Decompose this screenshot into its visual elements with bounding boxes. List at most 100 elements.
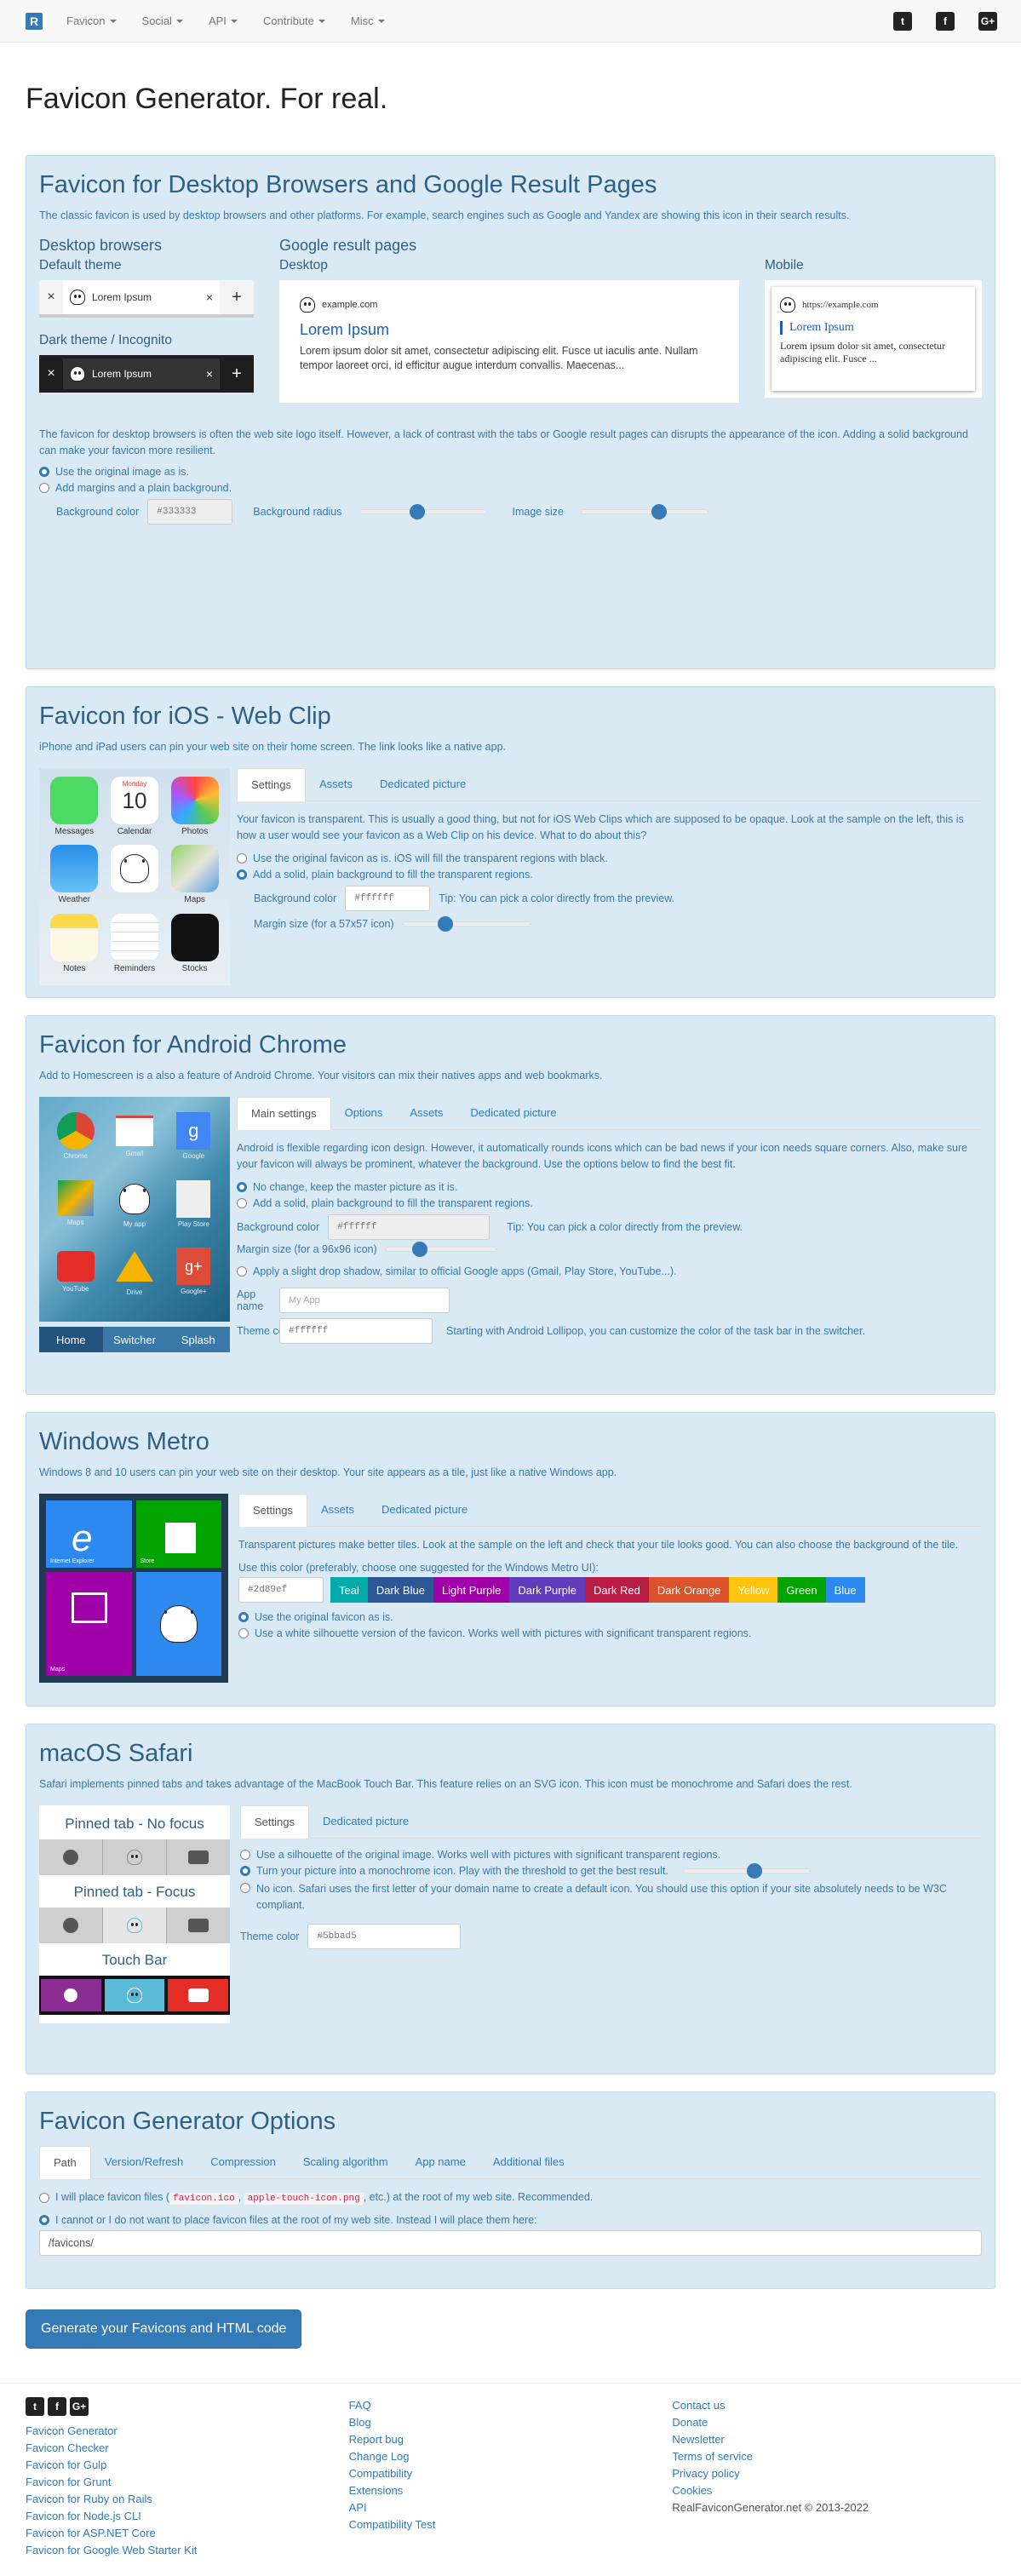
logo[interactable]: R: [26, 12, 43, 30]
tab-assets[interactable]: Assets: [396, 1097, 456, 1129]
nav-favicon[interactable]: Favicon: [66, 14, 117, 27]
footer-link[interactable]: API: [349, 2499, 673, 2516]
radio-checked[interactable]: [39, 467, 49, 477]
option-path[interactable]: I cannot or I do not want to place favic…: [39, 2214, 982, 2226]
radio-checked[interactable]: [238, 1612, 249, 1622]
radio-checked[interactable]: [240, 1866, 250, 1876]
twitter-icon[interactable]: t: [893, 12, 912, 31]
footer-link[interactable]: Compatibility: [349, 2465, 673, 2482]
tab-assets[interactable]: Assets: [307, 1494, 368, 1526]
footer-link[interactable]: Favicon for Gulp: [26, 2457, 349, 2474]
bg-radius-slider[interactable]: [358, 504, 487, 519]
slider-handle[interactable]: [746, 1863, 762, 1879]
radio-unchecked[interactable]: [238, 1628, 249, 1638]
option-solid[interactable]: Add a solid, plain background to fill th…: [237, 869, 982, 881]
option-margins[interactable]: Add margins and a plain background.: [39, 482, 982, 494]
slider-handle[interactable]: [409, 504, 425, 519]
bg-color-input[interactable]: #ffffff: [345, 886, 431, 911]
tab-dedicated-picture[interactable]: Dedicated picture: [456, 1097, 570, 1129]
option-original[interactable]: Use the original favicon as is. iOS will…: [237, 852, 982, 864]
color-swatch[interactable]: Dark Blue: [367, 1577, 433, 1603]
tab-switcher[interactable]: Switcher: [102, 1327, 167, 1352]
tab-scaling[interactable]: Scaling algorithm: [290, 2146, 402, 2178]
slider-handle[interactable]: [437, 916, 453, 932]
footer-link[interactable]: Extensions: [349, 2482, 673, 2499]
radio-unchecked[interactable]: [237, 1198, 247, 1208]
theme-color-input[interactable]: #5bbad5: [307, 1924, 462, 1949]
tab-dedicated-picture[interactable]: Dedicated picture: [368, 1494, 481, 1526]
margin-slider[interactable]: [385, 1242, 496, 1257]
footer-link[interactable]: Favicon for ASP.NET Core: [26, 2525, 349, 2542]
footer-link[interactable]: Report bug: [349, 2431, 673, 2448]
color-swatch[interactable]: Light Purple: [433, 1577, 510, 1603]
google-plus-icon[interactable]: G+: [70, 2397, 89, 2416]
option-nochange[interactable]: No change, keep the master picture as it…: [237, 1181, 982, 1193]
tab-app-name[interactable]: App name: [402, 2146, 479, 2178]
nav-misc[interactable]: Misc: [351, 14, 385, 27]
tab-home[interactable]: Home: [39, 1327, 103, 1352]
radio-unchecked[interactable]: [240, 1850, 250, 1860]
tab-additional-files[interactable]: Additional files: [479, 2146, 578, 2178]
bg-color-input[interactable]: #333333: [147, 499, 233, 525]
footer-link[interactable]: Favicon for Node.js CLI: [26, 2508, 349, 2525]
radio-unchecked[interactable]: [237, 1266, 247, 1277]
slider-handle[interactable]: [651, 504, 667, 519]
radio-checked[interactable]: [237, 1182, 247, 1192]
radio-checked[interactable]: [237, 869, 247, 880]
radio-unchecked[interactable]: [39, 483, 49, 493]
image-size-slider[interactable]: [580, 504, 708, 519]
facebook-icon[interactable]: f: [48, 2397, 66, 2416]
tab-dedicated-picture[interactable]: Dedicated picture: [309, 1805, 422, 1838]
footer-link[interactable]: Favicon for Grunt: [26, 2474, 349, 2491]
app-name-input[interactable]: My App: [279, 1288, 450, 1313]
tab-dedicated-picture[interactable]: Dedicated picture: [366, 768, 479, 800]
color-swatch[interactable]: Dark Red: [584, 1577, 649, 1603]
footer-link[interactable]: FAQ: [349, 2397, 673, 2414]
option-noicon[interactable]: No icon. Safari uses the first letter of…: [240, 1881, 982, 1913]
footer-link[interactable]: Change Log: [349, 2448, 673, 2465]
footer-link[interactable]: Compatibility Test: [349, 2516, 673, 2533]
radio-checked[interactable]: [39, 2215, 49, 2225]
slider-handle[interactable]: [411, 1242, 427, 1257]
footer-link[interactable]: Donate: [672, 2414, 995, 2431]
tab-options[interactable]: Options: [331, 1097, 397, 1129]
result-title[interactable]: Lorem Ipsum: [780, 321, 967, 335]
generate-button[interactable]: Generate your Favicons and HTML code: [26, 2309, 302, 2349]
option-solid[interactable]: Add a solid, plain background to fill th…: [237, 1197, 982, 1209]
footer-link[interactable]: Privacy policy: [672, 2465, 995, 2482]
color-swatch[interactable]: Blue: [825, 1577, 865, 1603]
tab-splash[interactable]: Splash: [166, 1327, 231, 1352]
theme-color-input[interactable]: #ffffff: [279, 1318, 433, 1344]
color-input[interactable]: #2d89ef: [238, 1577, 324, 1603]
bg-color-input[interactable]: #ffffff: [328, 1214, 490, 1240]
nav-contribute[interactable]: Contribute: [263, 14, 325, 27]
tab-main-settings[interactable]: Main settings: [237, 1097, 331, 1130]
threshold-slider[interactable]: [682, 1863, 811, 1879]
footer-link[interactable]: Newsletter: [672, 2431, 995, 2448]
tab-version[interactable]: Version/Refresh: [91, 2146, 198, 2178]
tab-settings[interactable]: Settings: [238, 1494, 307, 1527]
footer-link[interactable]: Terms of service: [672, 2448, 995, 2465]
footer-link[interactable]: Cookies: [672, 2482, 995, 2499]
tab-settings[interactable]: Settings: [237, 768, 306, 801]
color-swatch[interactable]: Yellow: [729, 1577, 778, 1603]
option-monochrome[interactable]: Turn your picture into a monochrome icon…: [240, 1863, 982, 1879]
color-swatch[interactable]: Dark Purple: [509, 1577, 585, 1603]
twitter-icon[interactable]: t: [26, 2397, 44, 2416]
radio-unchecked[interactable]: [237, 853, 247, 863]
radio-unchecked[interactable]: [39, 2192, 49, 2203]
tab-path[interactable]: Path: [39, 2146, 91, 2179]
color-swatch[interactable]: Teal: [330, 1577, 368, 1603]
tab-settings[interactable]: Settings: [240, 1805, 309, 1839]
facebook-icon[interactable]: f: [936, 12, 955, 31]
google-plus-icon[interactable]: G+: [978, 12, 997, 31]
footer-link[interactable]: Contact us: [672, 2397, 995, 2414]
option-white[interactable]: Use a white silhouette version of the fa…: [238, 1627, 982, 1639]
path-input[interactable]: /favicons/: [39, 2230, 982, 2256]
footer-link[interactable]: Blog: [349, 2414, 673, 2431]
option-original[interactable]: Use the original favicon as is.: [238, 1611, 982, 1623]
option-shadow[interactable]: Apply a slight drop shadow, similar to o…: [237, 1265, 982, 1277]
result-title[interactable]: Lorem Ipsum: [300, 321, 719, 339]
nav-api[interactable]: API: [209, 14, 238, 27]
footer-link[interactable]: Favicon for Google Web Starter Kit: [26, 2542, 349, 2559]
